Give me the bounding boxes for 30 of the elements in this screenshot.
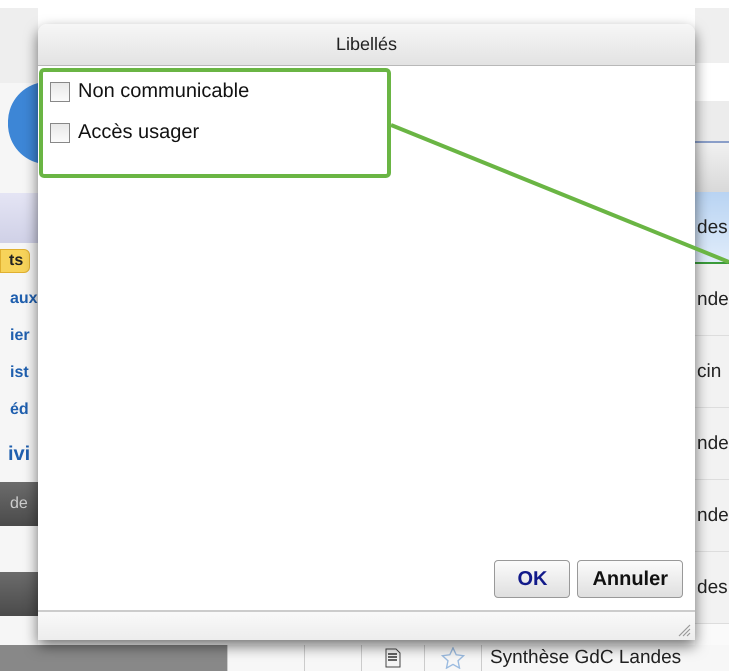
checkbox-label: Accès usager bbox=[78, 121, 200, 144]
star-icon[interactable] bbox=[440, 647, 466, 669]
cancel-button[interactable]: Annuler bbox=[577, 560, 683, 598]
logo-icon bbox=[8, 83, 38, 163]
table-row[interactable]: des bbox=[695, 192, 729, 264]
dark-bar[interactable]: de bbox=[0, 482, 38, 526]
nav-link[interactable]: ist bbox=[0, 361, 38, 384]
table-cell-text: Synthèse GdC Landes bbox=[489, 647, 682, 669]
table-row[interactable]: cin bbox=[695, 336, 729, 408]
checkbox[interactable] bbox=[50, 122, 70, 142]
nav-link[interactable]: aux bbox=[0, 287, 38, 310]
dark-bar bbox=[0, 572, 38, 616]
table-row[interactable]: des bbox=[695, 552, 729, 624]
table-row[interactable]: nde bbox=[695, 480, 729, 552]
table-row[interactable]: nde bbox=[695, 408, 729, 480]
document-icon bbox=[385, 648, 401, 668]
resize-grip-icon[interactable] bbox=[677, 623, 691, 637]
checkbox[interactable] bbox=[50, 82, 70, 102]
header-bar bbox=[695, 8, 729, 63]
ok-button[interactable]: OK bbox=[494, 560, 570, 598]
nav-badge[interactable]: ts bbox=[0, 249, 30, 273]
nav-heading: ivi bbox=[7, 443, 32, 466]
checkbox-label: Non communicable bbox=[78, 80, 250, 103]
table-row[interactable]: nde bbox=[695, 264, 729, 336]
table-header bbox=[695, 143, 729, 192]
nav-link[interactable]: éd bbox=[0, 398, 38, 421]
dialog-title: Libellés bbox=[336, 34, 398, 55]
nav-link[interactable]: ier bbox=[0, 324, 38, 347]
tab-bar bbox=[695, 101, 729, 143]
sidebar-band bbox=[0, 193, 38, 243]
